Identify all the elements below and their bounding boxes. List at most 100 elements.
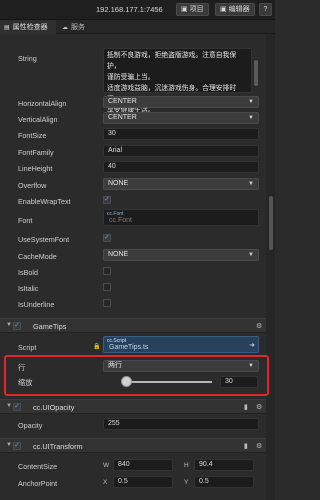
- panel-tabs: ▤ 属性检查器 ☁ 服务: [0, 20, 275, 34]
- anchor-point-label: AnchorPoint: [18, 479, 58, 488]
- uitransform-enabled-checkbox[interactable]: ✓: [13, 442, 21, 450]
- horizontal-align-label: HorizontalAlign: [18, 99, 67, 108]
- cloud-icon: ☁: [62, 24, 68, 31]
- tab-services[interactable]: ☁ 服务: [58, 20, 89, 34]
- font-size-input[interactable]: 30: [103, 128, 259, 140]
- anchor-y-input[interactable]: 0.5: [194, 476, 254, 488]
- row-select[interactable]: 两行 ▼: [103, 360, 259, 372]
- gametips-title: GameTips: [33, 322, 67, 331]
- row-label: 行: [18, 363, 26, 372]
- scale-slider-track[interactable]: [124, 381, 212, 383]
- content-size-label: ContentSize: [18, 462, 58, 471]
- book-icon[interactable]: ▮: [244, 442, 248, 450]
- panel-scrollbar-thumb[interactable]: [269, 196, 273, 250]
- folder-icon: ▣: [220, 6, 227, 13]
- chevron-down-icon: ▼: [248, 363, 254, 369]
- panel-scrollbar[interactable]: [266, 34, 275, 500]
- gear-icon[interactable]: ⚙: [256, 322, 262, 330]
- uiopacity-enabled-checkbox[interactable]: ✓: [13, 403, 21, 411]
- scale-input[interactable]: 30: [220, 376, 258, 388]
- is-bold-checkbox[interactable]: [103, 267, 111, 275]
- enable-wrap-label: EnableWrapText: [18, 197, 71, 206]
- is-underline-checkbox[interactable]: [103, 299, 111, 307]
- uitransform-section-header[interactable]: ▼ ✓ cc.UITransform ▮ ⚙: [0, 438, 266, 453]
- ip-address: 192.168.177.1:7456: [96, 5, 163, 14]
- top-toolbar: 192.168.177.1:7456 ▣ 项目 ▣ 编辑器 ?: [0, 0, 275, 20]
- uiopacity-section-header[interactable]: ▼ ✓ cc.UIOpacity ▮ ⚙: [0, 399, 266, 414]
- scale-label: 缩放: [18, 378, 33, 387]
- inspector-icon: ▤: [4, 24, 10, 31]
- horizontal-align-value: CENTER: [108, 98, 137, 105]
- cache-mode-value: NONE: [108, 251, 129, 258]
- font-label: Font: [18, 216, 33, 225]
- chevron-down-icon: ▼: [248, 115, 254, 121]
- vertical-align-value: CENTER: [108, 114, 137, 121]
- is-bold-label: IsBold: [18, 268, 38, 277]
- gametips-enabled-checkbox[interactable]: ✓: [13, 322, 21, 330]
- editor-button[interactable]: ▣ 编辑器: [215, 3, 255, 16]
- string-label: String: [18, 54, 37, 63]
- vertical-align-label: VerticalAlign: [18, 115, 58, 124]
- chevron-down-icon[interactable]: ▼: [6, 322, 12, 328]
- script-label: Script: [18, 343, 37, 352]
- content-w-axis-label: W: [103, 462, 110, 469]
- project-button-label: 项目: [189, 6, 204, 13]
- opacity-input[interactable]: 255: [103, 418, 259, 430]
- chevron-down-icon: ▼: [248, 252, 254, 258]
- is-italic-label: IsItalic: [18, 284, 39, 293]
- font-asset-field[interactable]: cc.Font cc.Font: [103, 209, 259, 226]
- uiopacity-title: cc.UIOpacity: [33, 403, 75, 412]
- font-asset-value: cc.Font: [109, 217, 132, 224]
- string-line: 谨防受骗上当。: [107, 74, 155, 81]
- textarea-scrollbar-thumb[interactable]: [254, 60, 258, 86]
- content-w-input[interactable]: 840: [113, 459, 173, 471]
- font-family-label: FontFamily: [18, 148, 54, 157]
- cache-mode-label: CacheMode: [18, 252, 57, 261]
- use-system-font-label: UseSystemFont: [18, 235, 70, 244]
- scale-slider-handle[interactable]: [121, 376, 132, 387]
- lock-icon: 🔒: [93, 344, 101, 350]
- help-icon: ?: [263, 6, 268, 13]
- string-line: 抵制不良游戏，拒绝盗版游戏。注意自我保护，: [107, 52, 237, 70]
- script-asset-value: GameTips.ts: [109, 344, 149, 351]
- overflow-label: Overflow: [18, 181, 47, 190]
- enable-wrap-checkbox[interactable]: ✓: [103, 196, 111, 204]
- use-system-font-checkbox[interactable]: ✓: [103, 234, 111, 242]
- folder-icon: ▣: [181, 6, 188, 13]
- is-underline-label: IsUnderline: [18, 300, 55, 309]
- horizontal-align-select[interactable]: CENTER ▼: [103, 96, 259, 108]
- line-height-label: LineHeight: [18, 164, 53, 173]
- gametips-section-header[interactable]: ▼ ✓ GameTips ⚙: [0, 318, 266, 333]
- arrow-icon[interactable]: ➜: [249, 341, 255, 349]
- project-button[interactable]: ▣ 项目: [176, 3, 209, 16]
- overflow-select[interactable]: NONE ▼: [103, 178, 259, 190]
- chevron-down-icon: ▼: [248, 99, 254, 105]
- row-value: 两行: [108, 362, 122, 369]
- chevron-down-icon[interactable]: ▼: [6, 403, 12, 409]
- tab-services-label: 服务: [71, 24, 85, 31]
- font-family-input[interactable]: Arial: [103, 145, 259, 157]
- is-italic-checkbox[interactable]: [103, 283, 111, 291]
- content-h-axis-label: H: [184, 462, 189, 469]
- gear-icon[interactable]: ⚙: [256, 403, 262, 411]
- anchor-y-axis-label: Y: [184, 479, 189, 486]
- string-textarea[interactable]: 抵制不良游戏，拒绝盗版游戏。注意自我保护， 谨防受骗上当。 适度游戏益脑，沉迷游…: [103, 48, 252, 114]
- overflow-value: NONE: [108, 180, 129, 187]
- content-h-input[interactable]: 90.4: [194, 459, 254, 471]
- tab-inspector-label: 属性检查器: [12, 24, 48, 31]
- font-size-label: FontSize: [18, 131, 47, 140]
- line-height-input[interactable]: 40: [103, 161, 259, 173]
- script-asset-field[interactable]: cc.Script GameTips.ts ➜: [103, 336, 259, 353]
- help-button[interactable]: ?: [259, 3, 272, 16]
- cache-mode-select[interactable]: NONE ▼: [103, 249, 259, 261]
- tab-inspector[interactable]: ▤ 属性检查器: [0, 20, 56, 34]
- book-icon[interactable]: ▮: [244, 403, 248, 411]
- anchor-x-axis-label: X: [103, 479, 108, 486]
- gear-icon[interactable]: ⚙: [256, 442, 262, 450]
- anchor-x-input[interactable]: 0.5: [113, 476, 173, 488]
- vertical-align-select[interactable]: CENTER ▼: [103, 112, 259, 124]
- uitransform-title: cc.UITransform: [33, 442, 83, 451]
- opacity-label: Opacity: [18, 421, 43, 430]
- chevron-down-icon: ▼: [248, 181, 254, 187]
- chevron-down-icon[interactable]: ▼: [6, 442, 12, 448]
